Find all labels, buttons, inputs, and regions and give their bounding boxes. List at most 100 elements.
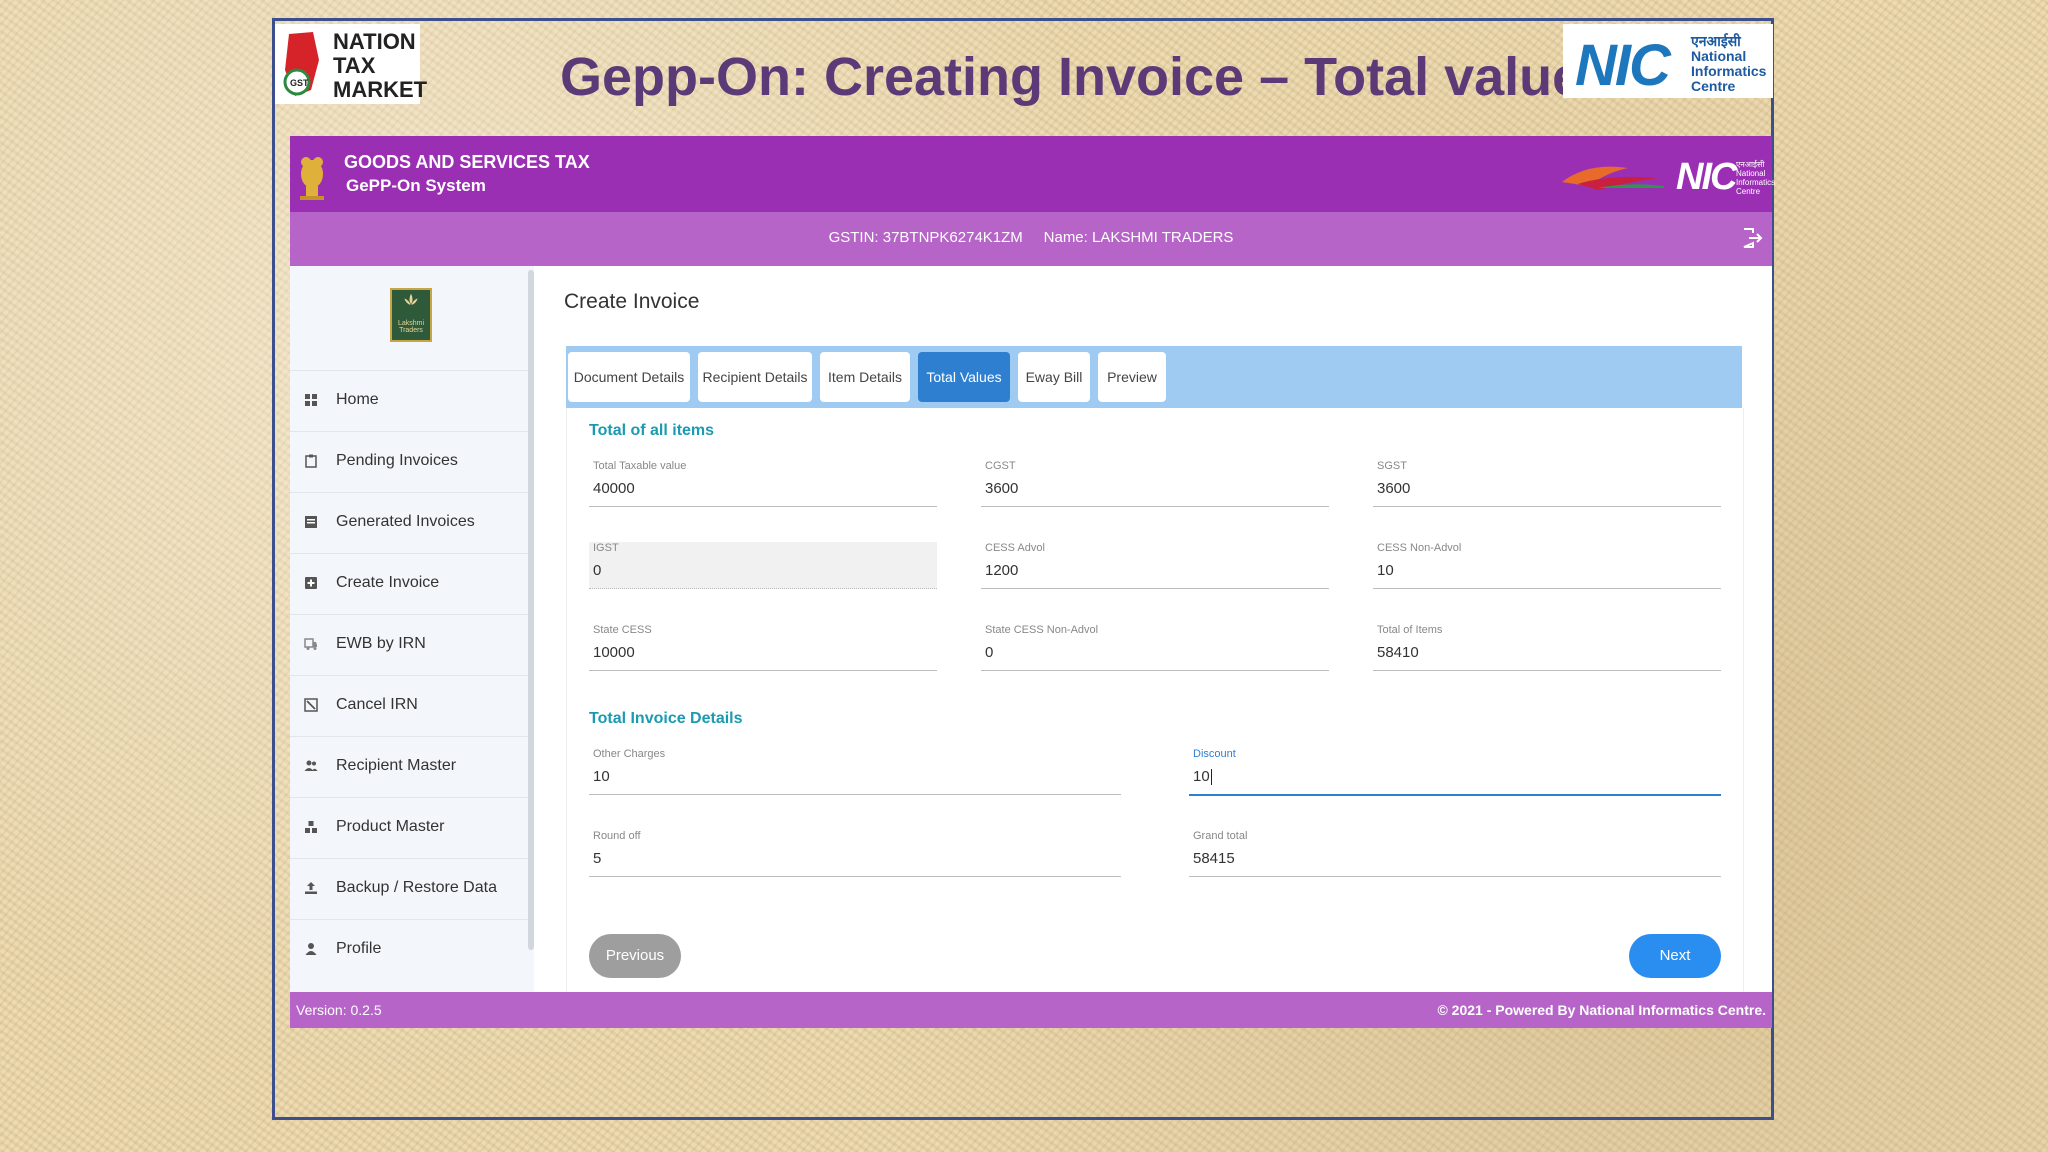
sidebar-item-label: Profile — [336, 940, 382, 957]
header-nic-subtext: एनआईसी National Informatics Centre — [1736, 160, 1775, 196]
sidebar-item-create-invoice[interactable]: Create Invoice — [290, 553, 528, 614]
nation-tax-market-logo: GST NATION TAX MARKET — [275, 24, 427, 104]
nic-line: Informatics — [1691, 63, 1767, 79]
round-off-field[interactable]: Round off 5 — [589, 830, 1121, 877]
business-logo: Lakshmi Traders — [390, 288, 432, 342]
sidebar: Lakshmi Traders Home Pending Invoices Ge… — [290, 266, 534, 992]
header-title: GOODS AND SERVICES TAX — [344, 152, 590, 172]
cess-advol-field[interactable]: CESS Advol 1200 — [981, 542, 1329, 589]
sidebar-item-label: Create Invoice — [336, 574, 440, 591]
logo-line: TAX — [333, 53, 376, 78]
nic-logo: NIC एनआईसी National Informatics Centre — [1563, 24, 1773, 98]
sidebar-item-generated-invoices[interactable]: Generated Invoices — [290, 492, 528, 553]
sidebar-item-pending-invoices[interactable]: Pending Invoices — [290, 431, 528, 492]
app-header: GOODS AND SERVICES TAX GePP-On System NI… — [290, 136, 1775, 212]
field-value: 3600 — [985, 480, 1019, 497]
plus-box-icon — [305, 577, 317, 589]
tab-total-values[interactable]: Total Values — [918, 352, 1010, 402]
field-value: 10 — [1193, 768, 1212, 786]
grand-total-field[interactable]: Grand total 58415 — [1189, 830, 1721, 877]
tab-document-details[interactable]: Document Details — [568, 352, 690, 402]
field-label: Total Taxable value — [593, 460, 687, 472]
field-label: IGST — [593, 542, 619, 554]
nic-line: National — [1691, 48, 1747, 64]
field-value: 58410 — [1377, 644, 1419, 661]
national-emblem-icon — [300, 157, 324, 200]
field-value: 1200 — [985, 562, 1019, 579]
nic-line: Centre — [1691, 78, 1736, 94]
logout-icon[interactable] — [1740, 226, 1764, 250]
field-label: Discount — [1193, 748, 1236, 760]
clipboard-icon — [305, 454, 317, 468]
nic-line: एनआईसी — [1736, 160, 1765, 169]
other-charges-field[interactable]: Other Charges 10 — [589, 748, 1121, 795]
text-cursor — [1210, 769, 1212, 786]
field-value: 5 — [593, 850, 602, 867]
field-value: 10 — [593, 768, 610, 785]
sidebar-item-ewb-by-irn[interactable]: EWB by IRN — [290, 614, 528, 675]
nic-line: National — [1736, 169, 1766, 178]
home-icon — [305, 394, 317, 406]
discount-value: 10 — [1193, 768, 1210, 785]
field-label: SGST — [1377, 460, 1407, 472]
sidebar-item-label: Backup / Restore Data — [336, 879, 497, 896]
field-value: 3600 — [1377, 480, 1411, 497]
cgst-field[interactable]: CGST 3600 — [981, 460, 1329, 507]
total-of-items-field[interactable]: Total of Items 58410 — [1373, 624, 1721, 671]
section-title-total-items: Total of all items — [589, 422, 715, 439]
field-label: Round off — [593, 830, 641, 842]
state-cess-non-advol-field[interactable]: State CESS Non-Advol 0 — [981, 624, 1329, 671]
sidebar-item-profile[interactable]: Profile — [290, 919, 528, 980]
discount-field[interactable]: Discount 10 — [1189, 748, 1721, 796]
header-logos: NIC एनआईसी National Informatics Centre — [1558, 156, 1775, 198]
sidebar-item-product-master[interactable]: Product Master — [290, 797, 528, 858]
tab-item-details[interactable]: Item Details — [820, 352, 910, 402]
nic-line: Centre — [1736, 187, 1761, 196]
gepp-on-app: GOODS AND SERVICES TAX GePP-On System NI… — [290, 136, 1775, 1028]
total-values-form: Total of all items Total Taxable value 4… — [566, 408, 1744, 992]
app-footer: Version: 0.2.5 © 2021 - Powered By Natio… — [290, 992, 1772, 1028]
state-cess-field[interactable]: State CESS 10000 — [589, 624, 937, 671]
field-value: 0 — [985, 644, 994, 661]
version-text: Version: 0.2.5 — [296, 1002, 382, 1018]
header-nic-text: NIC — [1676, 156, 1737, 198]
nic-line: एनआईसी — [1691, 33, 1741, 49]
field-label: Grand total — [1193, 830, 1248, 842]
field-label: CESS Non-Advol — [1377, 542, 1462, 554]
truck-icon — [304, 638, 317, 650]
field-label: State CESS — [593, 624, 652, 636]
field-value: 10000 — [593, 644, 635, 661]
sidebar-item-label: Generated Invoices — [336, 513, 475, 530]
sidebar-item-cancel-irn[interactable]: Cancel IRN — [290, 675, 528, 736]
field-value: 58415 — [1193, 850, 1235, 867]
document-icon — [305, 516, 317, 528]
nic-logo-text: NIC — [1575, 33, 1671, 98]
tab-eway-bill[interactable]: Eway Bill — [1018, 352, 1090, 402]
sidebar-menu: Home Pending Invoices Generated Invoices… — [290, 370, 528, 980]
tab-preview[interactable]: Preview — [1098, 352, 1166, 402]
business-logo-text: Lakshmi Traders — [397, 320, 425, 334]
cess-non-advol-field[interactable]: CESS Non-Advol 10 — [1373, 542, 1721, 589]
nic-line: Informatics — [1736, 178, 1776, 187]
digital-india-logo-icon — [1562, 166, 1664, 190]
sidebar-item-recipient-master[interactable]: Recipient Master — [290, 736, 528, 797]
sidebar-item-home[interactable]: Home — [290, 370, 528, 431]
boxes-icon — [305, 821, 317, 833]
previous-button[interactable]: Previous — [589, 934, 681, 978]
field-label: State CESS Non-Advol — [985, 624, 1099, 636]
logo-line: MARKET — [333, 77, 428, 102]
main-content: Create Invoice Document Details Recipien… — [534, 266, 1772, 992]
total-taxable-value-field[interactable]: Total Taxable value 40000 — [589, 460, 937, 507]
sidebar-item-label: Home — [336, 391, 379, 408]
user-icon — [305, 943, 317, 955]
sidebar-item-label: EWB by IRN — [336, 635, 426, 652]
svg-text:GST: GST — [290, 78, 309, 88]
logo-text: NATION TAX MARKET — [333, 30, 427, 102]
next-button[interactable]: Next — [1629, 934, 1721, 978]
gstin-name-info: GSTIN: 37BTNPK6274K1ZM Name: LAKSHMI TRA… — [828, 229, 1234, 246]
field-value: 0 — [593, 562, 602, 579]
sgst-field[interactable]: SGST 3600 — [1373, 460, 1721, 507]
tab-recipient-details[interactable]: Recipient Details — [698, 352, 812, 402]
section-title-invoice-details: Total Invoice Details — [589, 710, 743, 727]
sidebar-item-backup-restore[interactable]: Backup / Restore Data — [290, 858, 528, 919]
